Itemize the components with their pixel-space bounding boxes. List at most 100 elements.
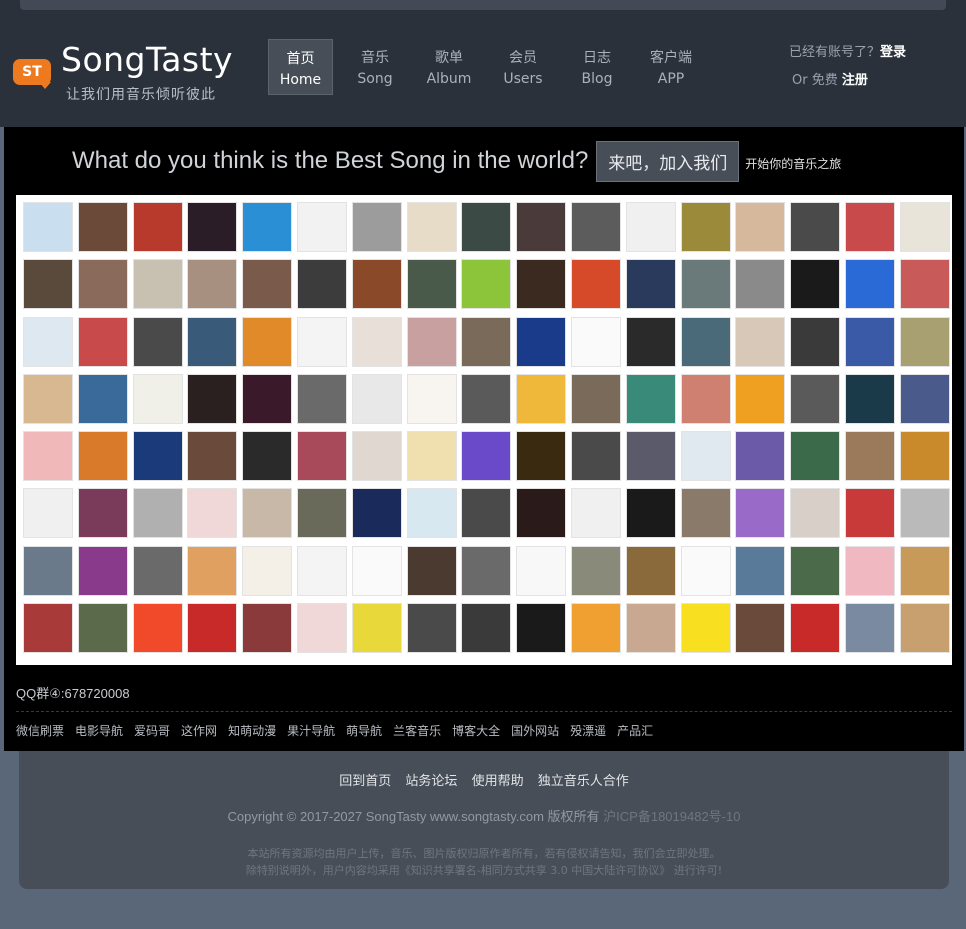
user-avatar[interactable]	[77, 259, 128, 310]
user-avatar[interactable]	[132, 603, 183, 654]
user-avatar[interactable]	[570, 202, 621, 252]
friend-link[interactable]: 国外网站	[511, 722, 559, 739]
user-avatar[interactable]	[77, 545, 128, 596]
footer-link-help[interactable]: 使用帮助	[472, 774, 524, 789]
logo-icon[interactable]: ST	[13, 59, 51, 89]
user-avatar[interactable]	[735, 373, 786, 424]
user-avatar[interactable]	[570, 316, 621, 367]
user-avatar[interactable]	[242, 259, 293, 310]
user-avatar[interactable]	[899, 488, 950, 539]
user-avatar[interactable]	[570, 431, 621, 482]
footer-link-home[interactable]: 回到首页	[339, 774, 391, 789]
user-avatar[interactable]	[296, 545, 347, 596]
user-avatar[interactable]	[735, 488, 786, 539]
user-avatar[interactable]	[296, 603, 347, 654]
user-avatar[interactable]	[461, 603, 512, 654]
user-avatar[interactable]	[242, 603, 293, 654]
friend-link[interactable]: 产品汇	[617, 722, 653, 739]
user-avatar[interactable]	[790, 545, 841, 596]
user-avatar[interactable]	[132, 431, 183, 482]
user-avatar[interactable]	[406, 488, 457, 539]
user-avatar[interactable]	[187, 316, 238, 367]
user-avatar[interactable]	[187, 202, 238, 252]
user-avatar[interactable]	[296, 373, 347, 424]
user-avatar[interactable]	[844, 259, 895, 310]
user-avatar[interactable]	[242, 545, 293, 596]
friend-link[interactable]: 爱码哥	[134, 722, 170, 739]
user-avatar[interactable]	[735, 603, 786, 654]
login-link[interactable]: 登录	[880, 45, 906, 60]
user-avatar[interactable]	[351, 316, 402, 367]
user-avatar[interactable]	[23, 431, 73, 482]
user-avatar[interactable]	[351, 373, 402, 424]
user-avatar[interactable]	[680, 431, 731, 482]
user-avatar[interactable]	[680, 545, 731, 596]
user-avatar[interactable]	[23, 373, 73, 424]
user-avatar[interactable]	[23, 316, 73, 367]
user-avatar[interactable]	[735, 431, 786, 482]
user-avatar[interactable]	[461, 373, 512, 424]
user-avatar[interactable]	[187, 431, 238, 482]
user-avatar[interactable]	[680, 259, 731, 310]
user-avatar[interactable]	[899, 259, 950, 310]
user-avatar[interactable]	[625, 316, 676, 367]
user-avatar[interactable]	[23, 488, 73, 539]
user-avatar[interactable]	[516, 545, 567, 596]
user-avatar[interactable]	[132, 259, 183, 310]
user-avatar[interactable]	[790, 202, 841, 252]
user-avatar[interactable]	[461, 431, 512, 482]
user-avatar[interactable]	[187, 488, 238, 539]
user-avatar[interactable]	[77, 431, 128, 482]
user-avatar[interactable]	[406, 202, 457, 252]
user-avatar[interactable]	[351, 488, 402, 539]
friend-link[interactable]: 果汁导航	[287, 722, 335, 739]
user-avatar[interactable]	[844, 316, 895, 367]
user-avatar[interactable]	[516, 431, 567, 482]
user-avatar[interactable]	[735, 202, 786, 252]
user-avatar[interactable]	[23, 202, 73, 252]
user-avatar[interactable]	[406, 545, 457, 596]
user-avatar[interactable]	[899, 603, 950, 654]
user-avatar[interactable]	[406, 316, 457, 367]
user-avatar[interactable]	[899, 202, 950, 252]
user-avatar[interactable]	[351, 603, 402, 654]
user-avatar[interactable]	[844, 373, 895, 424]
user-avatar[interactable]	[790, 603, 841, 654]
user-avatar[interactable]	[242, 431, 293, 482]
user-avatar[interactable]	[351, 545, 402, 596]
user-avatar[interactable]	[680, 373, 731, 424]
user-avatar[interactable]	[77, 603, 128, 654]
user-avatar[interactable]	[625, 431, 676, 482]
user-avatar[interactable]	[790, 259, 841, 310]
user-avatar[interactable]	[296, 488, 347, 539]
user-avatar[interactable]	[242, 202, 293, 252]
user-avatar[interactable]	[351, 202, 402, 252]
user-avatar[interactable]	[899, 431, 950, 482]
user-avatar[interactable]	[790, 431, 841, 482]
user-avatar[interactable]	[461, 202, 512, 252]
user-avatar[interactable]	[461, 488, 512, 539]
friend-link[interactable]: 博客大全	[452, 722, 500, 739]
footer-link-forum[interactable]: 站务论坛	[405, 774, 457, 789]
user-avatar[interactable]	[680, 603, 731, 654]
user-avatar[interactable]	[77, 316, 128, 367]
user-avatar[interactable]	[461, 259, 512, 310]
icp-link[interactable]: 沪ICP备18019482号-10	[603, 809, 740, 824]
user-avatar[interactable]	[132, 488, 183, 539]
user-avatar[interactable]	[899, 545, 950, 596]
user-avatar[interactable]	[351, 431, 402, 482]
user-avatar[interactable]	[680, 202, 731, 252]
user-avatar[interactable]	[296, 259, 347, 310]
user-avatar[interactable]	[516, 603, 567, 654]
user-avatar[interactable]	[790, 316, 841, 367]
user-avatar[interactable]	[570, 545, 621, 596]
user-avatar[interactable]	[735, 259, 786, 310]
user-avatar[interactable]	[187, 545, 238, 596]
user-avatar[interactable]	[790, 488, 841, 539]
friend-link[interactable]: 殁漂遥	[570, 722, 606, 739]
user-avatar[interactable]	[844, 202, 895, 252]
user-avatar[interactable]	[187, 259, 238, 310]
nav-album[interactable]: 歌单 Album	[412, 39, 486, 95]
user-avatar[interactable]	[625, 202, 676, 252]
nav-song[interactable]: 音乐 Song	[338, 39, 412, 95]
